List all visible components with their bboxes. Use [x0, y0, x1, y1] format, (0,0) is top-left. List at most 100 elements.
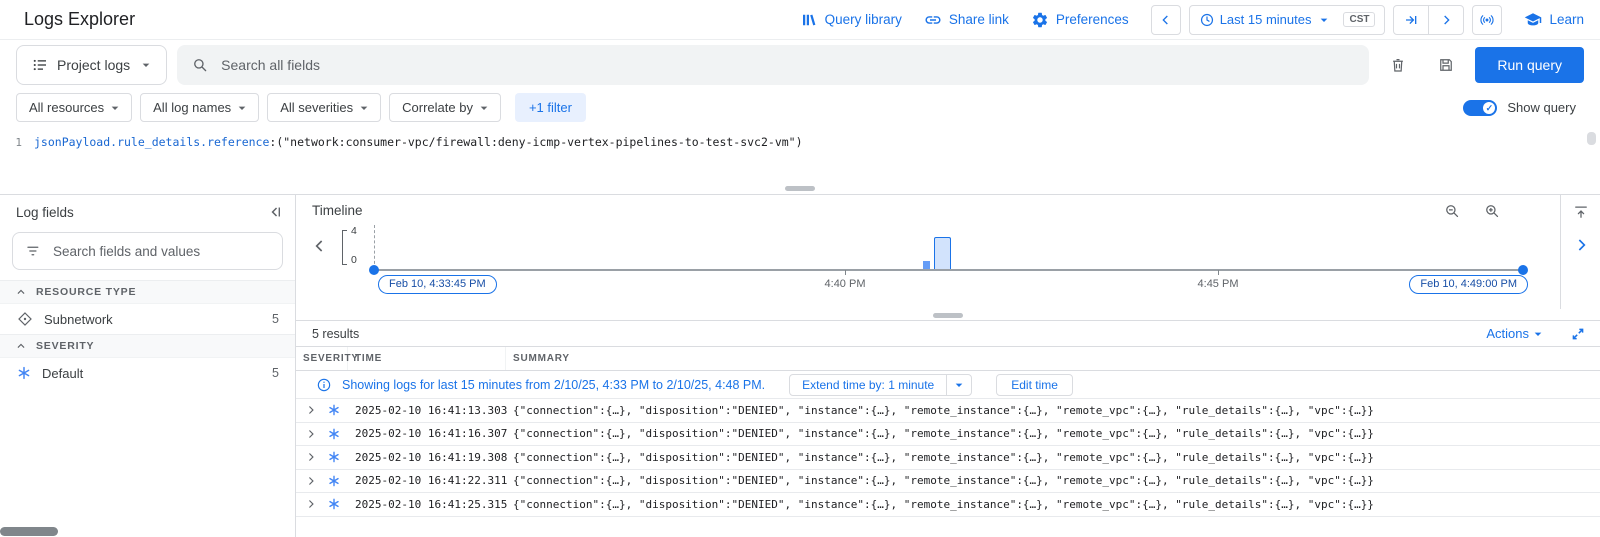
log-field-item-default[interactable]: Default 5 [0, 358, 295, 388]
page-title: Logs Explorer [24, 9, 135, 30]
severity-section-header[interactable]: SEVERITY [0, 334, 295, 358]
default-severity-icon [320, 403, 348, 417]
log-row[interactable]: 2025-02-10 16:41:16.307 {"connection":{…… [296, 423, 1600, 447]
query-field-value: :("network:consumer-vpc/firewall:deny-ic… [269, 135, 802, 149]
log-row[interactable]: 2025-02-10 16:41:25.315 {"connection":{…… [296, 493, 1600, 517]
column-header-severity: SEVERITY [296, 347, 348, 370]
log-fields-search-input[interactable] [53, 244, 270, 259]
timeline-axis-line [374, 269, 1523, 271]
expand-row-icon[interactable] [296, 474, 320, 488]
graduation-cap-icon [1524, 11, 1542, 29]
resource-type-section-label: RESOURCE TYPE [36, 286, 136, 298]
chevron-down-icon [1530, 326, 1546, 342]
time-forward-button[interactable] [1428, 6, 1463, 34]
timeline-end-handle[interactable] [1518, 265, 1528, 275]
run-query-button[interactable]: Run query [1475, 47, 1584, 83]
edit-time-button[interactable]: Edit time [996, 374, 1073, 396]
timeline-prev-icon[interactable] [310, 236, 330, 256]
preferences-button[interactable]: Preferences [1031, 11, 1129, 29]
timeline-start-handle[interactable] [369, 265, 379, 275]
banner-text: Showing logs for last 15 minutes from 2/… [342, 378, 765, 392]
expand-row-icon[interactable] [296, 403, 320, 417]
expand-row-icon[interactable] [296, 450, 320, 464]
all-resources-dropdown[interactable]: All resources [16, 93, 132, 122]
default-severity-icon [16, 365, 32, 381]
timeline-y-max-label: 4 [351, 225, 357, 237]
save-query-button[interactable] [1427, 47, 1465, 83]
editor-resize-grip[interactable] [785, 186, 815, 191]
open-in-full-icon[interactable] [1570, 326, 1586, 342]
time-range-button[interactable]: Last 15 minutes CST [1190, 6, 1385, 34]
query-editor[interactable]: 1 jsonPayload.rule_details.reference:("n… [0, 126, 1600, 182]
results-toolbar: 5 results Actions [296, 321, 1600, 347]
chevron-down-icon [1316, 12, 1332, 28]
stream-logs-button[interactable] [1472, 5, 1502, 35]
editor-query-text[interactable]: jsonPayload.rule_details.reference:("net… [34, 134, 803, 182]
chevron-down-icon [107, 100, 123, 116]
extend-time-button[interactable]: Extend time by: 1 minute [789, 374, 947, 396]
log-row[interactable]: 2025-02-10 16:41:22.311 {"connection":{…… [296, 470, 1600, 494]
editor-scrollbar[interactable] [1587, 132, 1596, 145]
log-row-summary: {"connection":{…}, "disposition":"DENIED… [506, 474, 1600, 487]
expand-row-icon[interactable] [296, 497, 320, 511]
log-field-item-subnetwork[interactable]: Subnetwork 5 [0, 304, 295, 334]
chevron-up-icon [14, 285, 28, 299]
search-all-fields-box [177, 45, 1369, 85]
log-row-time: 2025-02-10 16:41:22.311 [348, 474, 506, 487]
timeline-chart[interactable]: 4 0 4:40 PM 4:45 PM Feb 10, 4:33:45 PM F… [296, 225, 1560, 309]
time-range-controls: Last 15 minutes CST [1151, 5, 1503, 35]
learn-button[interactable]: Learn [1524, 11, 1584, 29]
correlate-by-dropdown[interactable]: Correlate by [389, 93, 501, 122]
log-scope-button[interactable]: Project logs [16, 45, 167, 85]
chevron-down-icon [356, 100, 372, 116]
timeline-histogram-bar[interactable] [923, 261, 930, 269]
log-row[interactable]: 2025-02-10 16:41:13.303 {"connection":{…… [296, 399, 1600, 423]
log-row-time: 2025-02-10 16:41:25.315 [348, 498, 506, 511]
zoom-out-icon[interactable] [1443, 202, 1461, 220]
timeline-tick [845, 270, 846, 275]
clear-query-button[interactable] [1379, 47, 1417, 83]
jump-to-now-button[interactable] [1394, 6, 1428, 34]
timeline-end-chip[interactable]: Feb 10, 4:49:00 PM [1409, 275, 1528, 294]
chevron-left-icon [1158, 12, 1174, 28]
results-table-header: SEVERITY TIME SUMMARY [296, 347, 1600, 371]
timeline-next-icon[interactable] [1571, 235, 1591, 255]
content-area: Log fields RESOURCE TYPE Subnetwork 5 SE… [0, 195, 1600, 537]
collapse-panel-icon[interactable] [267, 203, 285, 221]
resource-type-section-header[interactable]: RESOURCE TYPE [0, 280, 295, 304]
top-bar: Logs Explorer Query library Share link P… [0, 0, 1600, 40]
column-header-summary: SUMMARY [506, 347, 1600, 370]
all-log-names-dropdown[interactable]: All log names [140, 93, 259, 122]
share-link-button[interactable]: Share link [924, 11, 1009, 29]
timeline-start-chip[interactable]: Feb 10, 4:33:45 PM [378, 275, 497, 294]
editor-line-number: 1 [0, 134, 34, 182]
log-scope-label: Project logs [57, 57, 130, 73]
time-back-button[interactable] [1151, 5, 1181, 35]
all-severities-dropdown[interactable]: All severities [267, 93, 381, 122]
query-library-label: Query library [825, 12, 902, 27]
timeline-panel: Timeline 4 0 [296, 195, 1600, 309]
timeline-resize-handle-row [296, 309, 1600, 321]
actions-dropdown[interactable]: Actions [1486, 326, 1546, 342]
chevron-right-icon [1438, 12, 1454, 28]
scope-icon [31, 56, 49, 74]
extra-filter-chip[interactable]: +1 filter [515, 93, 586, 122]
timeline-resize-grip[interactable] [933, 313, 963, 318]
collapse-timeline-icon[interactable] [1572, 203, 1590, 221]
query-library-button[interactable]: Query library [800, 11, 902, 29]
zoom-in-icon[interactable] [1483, 202, 1501, 220]
timeline-y-min-label: 0 [351, 254, 357, 266]
timeline-tick-label: 4:45 PM [1198, 278, 1239, 290]
default-severity-icon [320, 427, 348, 441]
search-input[interactable] [221, 57, 1355, 73]
timezone-badge[interactable]: CST [1343, 12, 1375, 27]
extend-time-caret-button[interactable] [946, 374, 972, 396]
log-row[interactable]: 2025-02-10 16:41:19.308 {"connection":{…… [296, 446, 1600, 470]
expand-row-icon[interactable] [296, 427, 320, 441]
actions-label: Actions [1486, 326, 1529, 341]
timeline-histogram-bar[interactable] [934, 237, 951, 269]
log-row-time: 2025-02-10 16:41:13.303 [348, 404, 506, 417]
horizontal-scrollbar-thumb[interactable] [0, 527, 58, 536]
time-range-group: Last 15 minutes CST [1189, 5, 1386, 35]
show-query-toggle[interactable]: ✓ [1463, 100, 1497, 116]
